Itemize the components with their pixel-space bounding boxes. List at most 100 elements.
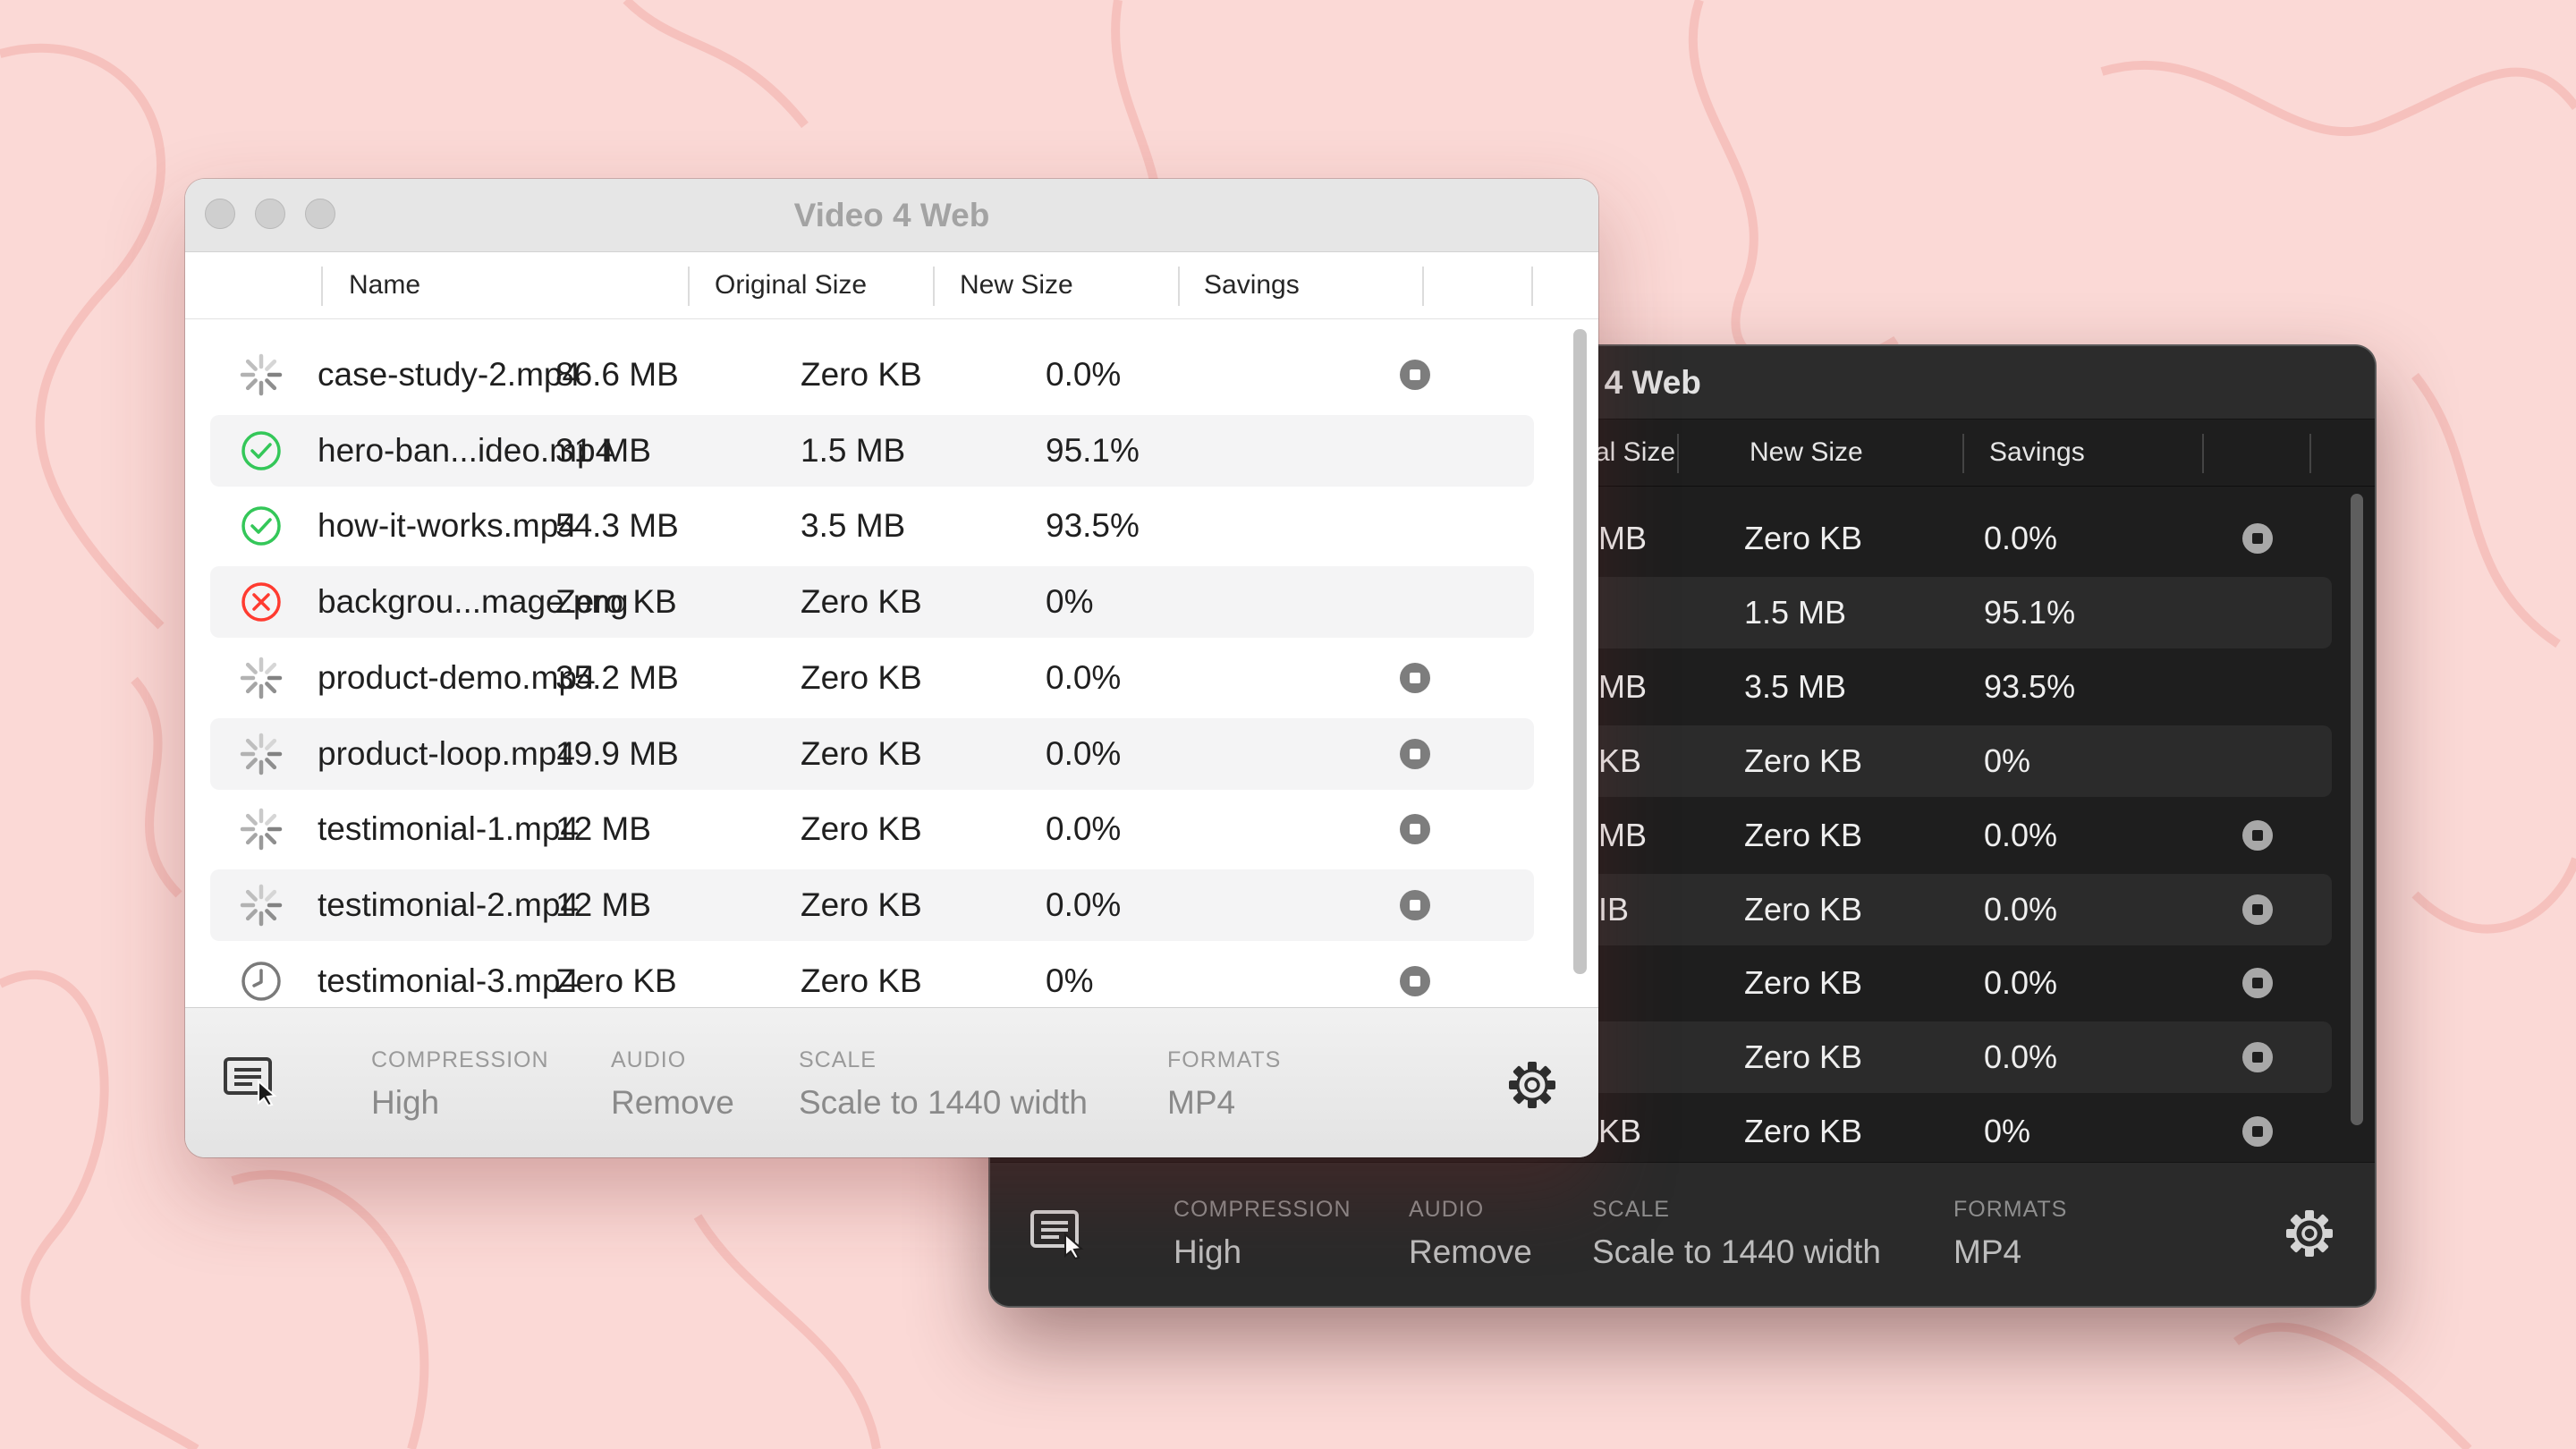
x-circle-icon <box>242 582 281 622</box>
new-size: Zero KB <box>801 658 922 696</box>
checkmark-circle-icon <box>242 506 281 547</box>
file-name: testimonial-3.mp4 <box>318 962 580 999</box>
stop-icon[interactable] <box>1400 965 1430 996</box>
formats-setting[interactable]: FORMATS MP4 <box>1167 1047 1281 1122</box>
compression-setting[interactable]: COMPRESSION High <box>1174 1197 1352 1271</box>
savings: 0.0% <box>1984 964 2058 1002</box>
audio-value: Remove <box>1409 1233 1532 1270</box>
new-size: Zero KB <box>1744 520 1863 556</box>
table-row[interactable]: testimonial-3.mp4 Zero KB Zero KB 0% <box>210 945 1534 1017</box>
stop-icon[interactable] <box>2242 819 2273 851</box>
spinner-icon <box>240 733 283 775</box>
column-separator <box>933 267 935 306</box>
savings: 0.0% <box>1046 658 1122 696</box>
file-name: product-loop.mp4 <box>318 734 575 772</box>
table-row[interactable]: case-study-2.mp4 86.6 MB Zero KB 0.0% <box>210 339 1534 411</box>
table-row[interactable]: how-it-works.mp4 54.3 MB 3.5 MB 93.5% <box>210 490 1534 562</box>
table-row[interactable]: hero-ban...ideo.mp4 31 MB 1.5 MB 95.1% <box>210 414 1534 487</box>
stop-icon[interactable] <box>2242 523 2273 554</box>
savings: 95.1% <box>1046 431 1140 469</box>
audio-setting[interactable]: AUDIO Remove <box>1409 1197 1532 1271</box>
original-size: KB <box>1598 1113 1642 1150</box>
table-row[interactable]: testimonial-2.mp4 12 MB Zero KB 0.0% <box>210 869 1534 941</box>
audio-setting[interactable]: AUDIO Remove <box>611 1047 734 1122</box>
table-row[interactable]: testimonial-1.mp4 12 MB Zero KB 0.0% <box>210 793 1534 865</box>
new-size: 1.5 MB <box>801 431 906 469</box>
new-size: Zero KB <box>1744 816 1863 853</box>
original-size: KB <box>1598 741 1642 779</box>
original-size: Zero KB <box>555 583 677 621</box>
gear-icon[interactable] <box>1507 1060 1557 1110</box>
savings: 0.0% <box>1984 520 2058 556</box>
stop-icon[interactable] <box>1400 889 1430 920</box>
scale-label: SCALE <box>799 1047 877 1072</box>
column-separator <box>2309 434 2311 473</box>
scale-value: Scale to 1440 width <box>799 1084 1088 1121</box>
original-size: 86.6 MB <box>555 356 679 393</box>
compression-value: High <box>371 1084 440 1121</box>
column-header-savings[interactable]: Savings <box>1204 252 1300 318</box>
stop-icon[interactable] <box>2242 1116 2273 1148</box>
new-size: Zero KB <box>801 356 922 393</box>
savings: 0.0% <box>1046 810 1122 848</box>
savings: 0% <box>1984 741 2031 779</box>
window-title: Video 4 Web <box>793 197 990 233</box>
stop-icon[interactable] <box>1400 360 1430 390</box>
column-separator <box>688 267 690 306</box>
table-row[interactable]: product-loop.mp4 19.9 MB Zero KB 0.0% <box>210 717 1534 790</box>
savings: 93.5% <box>1046 507 1140 545</box>
file-name: testimonial-2.mp4 <box>318 886 580 923</box>
compression-label: COMPRESSION <box>1174 1197 1352 1222</box>
savings: 95.1% <box>1984 593 2076 631</box>
stop-icon[interactable] <box>1400 814 1430 845</box>
list-cursor-icon[interactable] <box>223 1056 280 1106</box>
checkmark-circle-icon <box>242 430 281 470</box>
formats-value: MP4 <box>1167 1084 1236 1121</box>
column-header-new-size[interactable]: New Size <box>1750 419 1863 486</box>
file-name: how-it-works.mp4 <box>318 507 577 545</box>
scrollbar-thumb[interactable] <box>2351 494 2363 1125</box>
formats-setting[interactable]: FORMATS MP4 <box>1953 1197 2067 1271</box>
table-row[interactable]: backgrou...mage.png Zero KB Zero KB 0% <box>210 566 1534 639</box>
new-size: Zero KB <box>1744 890 1863 928</box>
original-size: 12 MB <box>555 810 651 848</box>
savings: 93.5% <box>1984 667 2076 705</box>
formats-value: MP4 <box>1953 1233 2022 1270</box>
settings-footer: COMPRESSION High AUDIO Remove SCALE Scal… <box>185 1007 1598 1157</box>
savings: 0% <box>1046 583 1094 621</box>
table-row[interactable]: product-demo.mp4 35.2 MB Zero KB 0.0% <box>210 642 1534 714</box>
new-size: Zero KB <box>801 734 922 772</box>
formats-label: FORMATS <box>1953 1197 2068 1222</box>
new-size: Zero KB <box>801 962 922 999</box>
gear-icon[interactable] <box>2284 1208 2334 1258</box>
original-size: 35.2 MB <box>555 658 679 696</box>
column-header-original-size[interactable]: al Size <box>1595 419 1675 486</box>
stop-icon[interactable] <box>2242 894 2273 925</box>
column-header-name[interactable]: Name <box>349 252 420 318</box>
title-bar[interactable]: Video 4 Web <box>185 179 1598 252</box>
column-separator <box>1178 267 1180 306</box>
new-size: Zero KB <box>1744 964 1863 1002</box>
compression-value: High <box>1174 1233 1242 1270</box>
new-size: 1.5 MB <box>1744 593 1847 631</box>
stop-icon[interactable] <box>2242 968 2273 999</box>
scale-setting[interactable]: SCALE Scale to 1440 width <box>1592 1197 1881 1271</box>
column-header-new-size[interactable]: New Size <box>960 252 1073 318</box>
savings: 0.0% <box>1984 816 2058 853</box>
stop-icon[interactable] <box>1400 738 1430 769</box>
column-header-original-size[interactable]: Original Size <box>715 252 867 318</box>
stop-icon[interactable] <box>2242 1042 2273 1073</box>
stop-icon[interactable] <box>1400 662 1430 693</box>
compression-setting[interactable]: COMPRESSION High <box>371 1047 549 1122</box>
original-size: MB <box>1598 816 1647 853</box>
scale-setting[interactable]: SCALE Scale to 1440 width <box>799 1047 1088 1122</box>
savings: 0.0% <box>1046 886 1122 923</box>
savings: 0% <box>1046 962 1094 999</box>
column-header-savings[interactable]: Savings <box>1989 419 2085 486</box>
spinner-icon <box>240 657 283 699</box>
list-cursor-icon[interactable] <box>1030 1209 1087 1259</box>
savings: 0% <box>1984 1113 2031 1150</box>
scale-value: Scale to 1440 width <box>1592 1233 1881 1270</box>
column-separator <box>1531 267 1533 306</box>
scrollbar-thumb[interactable] <box>1573 329 1587 974</box>
